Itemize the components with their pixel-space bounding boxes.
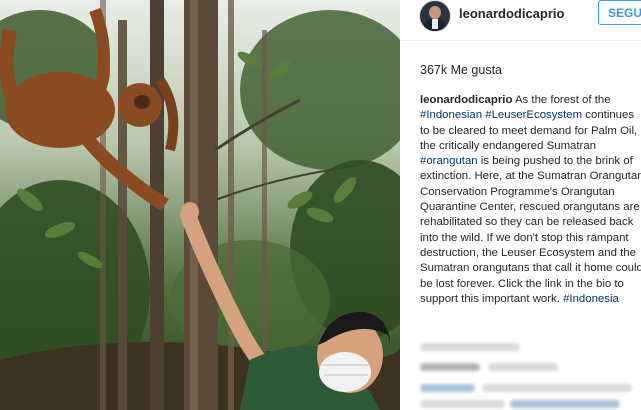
caption-text: is being pushed to the brink of extincti… — [420, 155, 641, 305]
post-caption: leonardodicaprio As the forest of the #I… — [420, 93, 641, 307]
post-sidebar: leonardodicaprio SEGUI 367k Me gusta leo… — [400, 0, 641, 410]
username-link[interactable]: leonardodicaprio — [459, 6, 564, 21]
post-header: leonardodicaprio SEGUI — [400, 0, 641, 41]
blurred-comment-text — [510, 400, 620, 408]
caption-author[interactable]: leonardodicaprio — [420, 94, 512, 106]
caption-text: As the forest of the — [512, 94, 611, 106]
hashtag-leuserecosystem[interactable]: #LeuserEcosystem — [485, 109, 582, 121]
blurred-comment-meta — [420, 343, 520, 351]
blurred-comment-text — [482, 384, 632, 392]
avatar[interactable] — [419, 0, 451, 32]
photo-illustration — [0, 0, 400, 410]
post-photo[interactable] — [0, 0, 400, 410]
hashtag-orangutan[interactable]: #orangutan — [420, 155, 478, 167]
follow-button[interactable]: SEGUI — [598, 0, 641, 25]
avatar-face — [429, 6, 441, 19]
likes-count[interactable]: 367k Me gusta — [420, 63, 502, 77]
blurred-comment-text — [488, 363, 558, 371]
avatar-shirt — [432, 19, 438, 29]
blurred-comment-user — [420, 384, 475, 392]
blurred-comment-text — [420, 400, 505, 408]
hashtag-indonesian[interactable]: #Indonesian — [420, 109, 482, 121]
hashtag-indonesia[interactable]: #Indonesia — [563, 293, 619, 305]
blurred-comment-user — [420, 363, 480, 371]
